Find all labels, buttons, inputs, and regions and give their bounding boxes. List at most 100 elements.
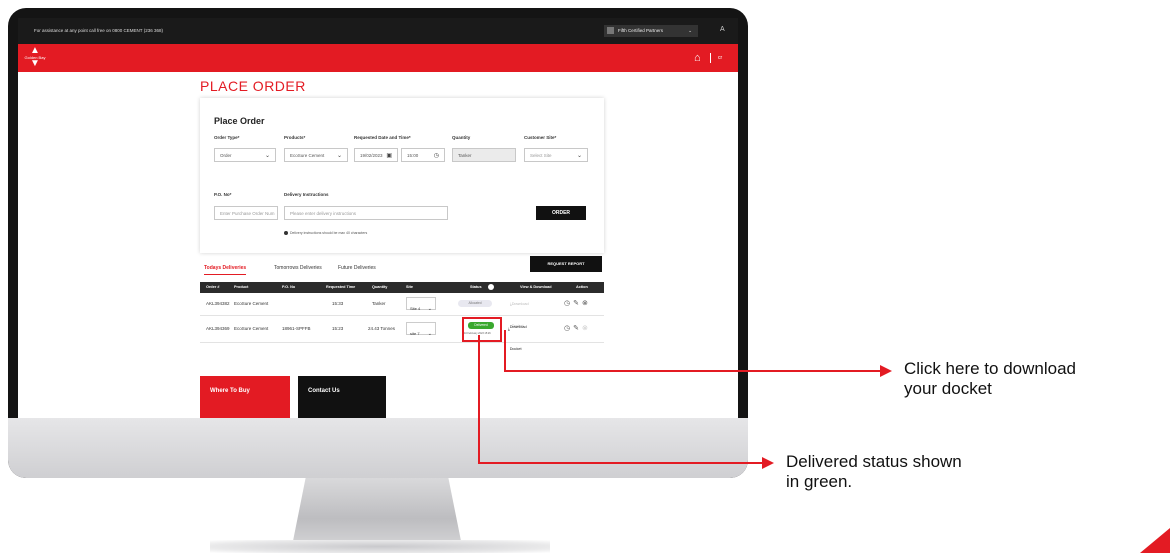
home-icon[interactable]: ⌂: [694, 52, 701, 64]
status-badge: Allocated: [458, 300, 492, 307]
site-select[interactable]: site 7 ⌄: [406, 322, 436, 337]
chevron-down-icon: ⌄: [427, 331, 432, 337]
contact-us-tile[interactable]: Contact Us: [298, 376, 386, 418]
time-input[interactable]: 15:00 ◷: [401, 148, 445, 162]
col-site: Site: [406, 285, 413, 289]
table-row: AKL394369 EcoSure Cement 18961-SPFFB 15:…: [200, 316, 604, 351]
order-number: AKL394382: [206, 301, 230, 306]
order-type-value: Order: [220, 153, 232, 158]
arrow-right-icon: [762, 457, 774, 469]
po-label: P.O. No*: [214, 192, 232, 197]
col-product: Product: [234, 285, 249, 289]
download-callout-line1: Click here to download: [904, 359, 1076, 378]
requested-time: 15:23: [332, 326, 344, 331]
form-title: Place Order: [214, 116, 265, 126]
partner-icon: [607, 27, 614, 35]
callout-connector: [478, 335, 480, 463]
partner-label: Fifth Certified Partners: [618, 28, 664, 33]
order-type-label: Order Type*: [214, 135, 240, 140]
row-actions: ◷✎⊗: [564, 293, 591, 315]
delivery-note: Delivery instructions should be max 40 c…: [284, 231, 368, 236]
quantity: Tanker: [372, 301, 386, 306]
edit-icon[interactable]: ✎: [573, 325, 582, 332]
date-input[interactable]: 19/02/2023 ▣: [354, 148, 398, 162]
col-status: Status: [470, 285, 482, 289]
chevron-down-icon: ⌄: [336, 153, 342, 159]
top-bar: For assistance at any point call free on…: [18, 18, 738, 44]
nav-truncated-text[interactable]: cr: [718, 55, 722, 61]
download-callout: Click here to download your docket: [904, 359, 1076, 399]
arrow-right-icon: [880, 365, 892, 377]
logo-up-icon: ▲: [30, 45, 40, 56]
product: EcoSure Cement: [234, 301, 269, 306]
status-callout-line2: in green.: [786, 472, 853, 491]
info-icon[interactable]: [488, 284, 494, 290]
calendar-icon[interactable]: ▣: [386, 149, 392, 163]
assistance-text: For assistance at any point call free on…: [34, 28, 163, 33]
cancel-icon: ⊗: [581, 325, 591, 332]
monitor-stand: [292, 478, 462, 546]
delivered-highlight-box: [462, 317, 502, 342]
col-quantity: Quantity: [372, 285, 388, 289]
site-select[interactable]: Site 4 ⌄: [406, 297, 436, 312]
order-type-select[interactable]: Order ⌄: [214, 148, 276, 162]
order-number: AKL394369: [206, 326, 230, 331]
screen: For assistance at any point call free on…: [18, 18, 738, 418]
quantity-field: Tanker: [452, 148, 516, 162]
row-actions: ◷✎⊗: [564, 316, 591, 342]
nav-bar: ▲ Golden Bay ▼ ⌂ cr: [18, 44, 738, 72]
requested-time: 15:33: [332, 301, 344, 306]
download-docket-button: ⤓ Download Docket: [510, 293, 529, 328]
monitor-stand-base: [210, 540, 550, 553]
partner-dropdown[interactable]: Fifth Certified Partners ⌄: [604, 25, 698, 37]
customer-site-select[interactable]: Select Site ⌄: [524, 148, 588, 162]
edit-icon[interactable]: ✎: [573, 300, 582, 307]
request-report-button[interactable]: REQUEST REPORT: [530, 256, 602, 272]
po-placeholder: Enter Purchase Order Num: [220, 211, 275, 216]
page-title: PLACE ORDER: [200, 78, 306, 94]
date-label: Requested Date and Time*: [354, 135, 411, 140]
chevron-down-icon: ⌄: [264, 153, 270, 159]
user-initial[interactable]: A: [720, 26, 725, 33]
tab-tomorrows-deliveries[interactable]: Tomorrows Deliveries: [274, 265, 322, 271]
col-requested-time: Requested Time: [326, 285, 356, 289]
customer-site-placeholder: Select Site: [530, 153, 552, 158]
col-po: P.O. No: [282, 285, 296, 289]
tab-future-deliveries[interactable]: Future Deliveries: [338, 265, 376, 271]
delivery-instructions-label: Delivery Instructions: [284, 192, 329, 197]
products-select[interactable]: EcoSure Cement ⌄: [284, 148, 348, 162]
logo[interactable]: ▲ Golden Bay ▼: [24, 45, 46, 69]
clock-icon[interactable]: ◷: [564, 325, 573, 332]
clock-icon[interactable]: ◷: [564, 300, 573, 307]
tab-todays-deliveries[interactable]: Todays Deliveries: [204, 265, 247, 275]
col-order: Order #: [206, 285, 220, 289]
download-docket-button[interactable]: ⤓ Download Docket: [508, 316, 527, 351]
logo-down-icon: ▼: [30, 58, 40, 69]
po-number: 18961-SPFFB: [282, 326, 311, 331]
table-row: AKL394382 EcoSure Cement 15:33 Tanker Si…: [200, 293, 604, 328]
chevron-down-icon: ⌄: [576, 153, 582, 159]
product: EcoSure Cement: [234, 326, 269, 331]
products-value: EcoSure Cement: [290, 153, 325, 158]
download-label: Download Docket: [509, 325, 527, 351]
callout-connector: [504, 370, 880, 372]
po-input[interactable]: Enter Purchase Order Num: [214, 206, 278, 220]
nav-divider: [710, 53, 711, 63]
status-callout: Delivered status shown in green.: [786, 452, 962, 492]
delivery-placeholder: Please enter delivery instructions: [290, 211, 357, 216]
clock-icon[interactable]: ◷: [434, 149, 439, 163]
download-callout-line2: your docket: [904, 379, 992, 398]
status-callout-line1: Delivered status shown: [786, 452, 962, 471]
order-button[interactable]: ORDER: [536, 206, 586, 220]
col-view-download: View & Download: [520, 285, 552, 289]
customer-site-label: Customer Site*: [524, 135, 557, 140]
date-value: 19/02/2023: [360, 153, 383, 158]
products-label: Products*: [284, 135, 306, 140]
quantity: 24.43 Tonnes: [368, 326, 395, 331]
cancel-icon[interactable]: ⊗: [582, 300, 591, 307]
info-icon: [284, 231, 288, 236]
chevron-down-icon: ⌄: [688, 28, 692, 33]
delivery-note-text: Delivery instructions should be max 40 c…: [290, 231, 368, 235]
delivery-instructions-input[interactable]: Please enter delivery instructions: [284, 206, 448, 220]
where-to-buy-tile[interactable]: Where To Buy: [200, 376, 290, 418]
